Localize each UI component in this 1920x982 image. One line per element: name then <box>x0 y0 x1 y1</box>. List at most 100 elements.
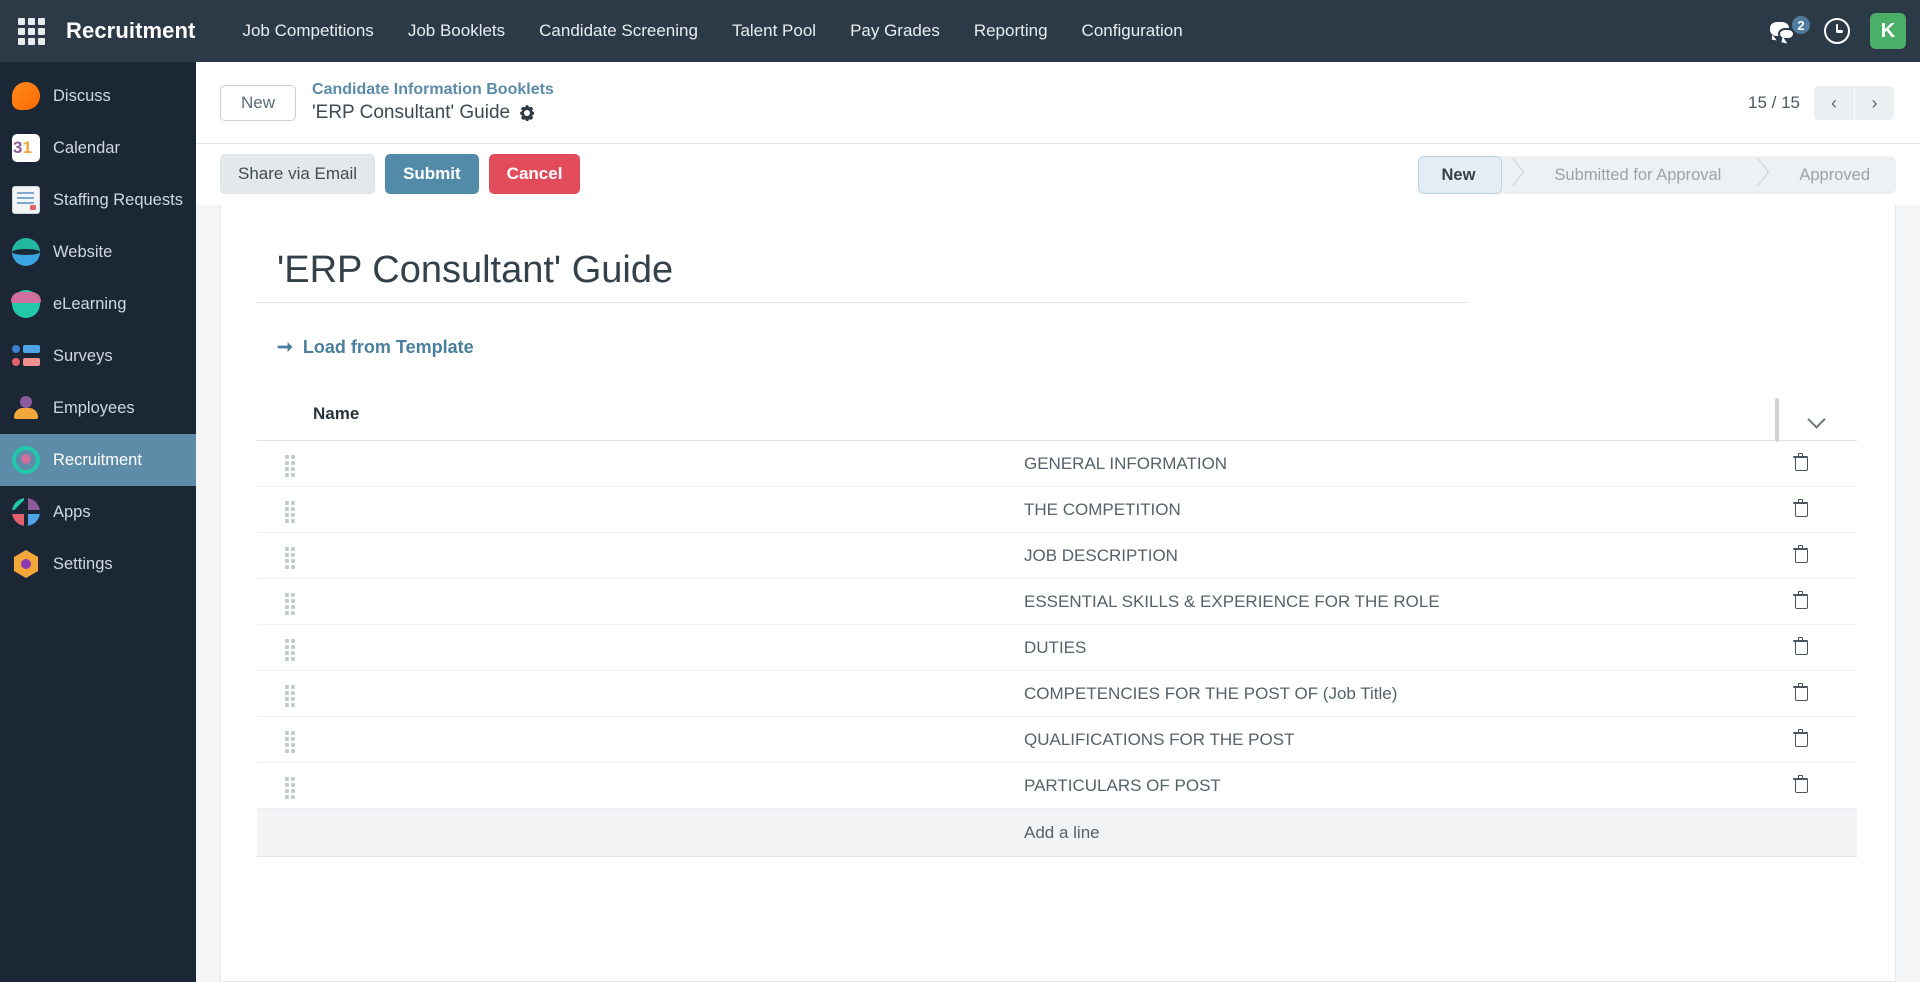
menu-item-reporting[interactable]: Reporting <box>957 13 1065 49</box>
status-bar: New Submitted for Approval Approved <box>1418 156 1896 194</box>
navbar-right-tools: 2 K <box>1770 0 1906 62</box>
gear-icon[interactable] <box>519 105 535 121</box>
column-header-name[interactable]: Name <box>257 398 1787 441</box>
trash-icon[interactable] <box>1793 636 1808 655</box>
sidebar-item-employees[interactable]: Employees <box>0 382 196 434</box>
main-menu: Job Competitions Job Booklets Candidate … <box>225 13 1199 49</box>
submit-button[interactable]: Submit <box>385 154 479 194</box>
table-row[interactable]: THE COMPETITION <box>257 486 1857 533</box>
share-via-email-button[interactable]: Share via Email <box>220 154 376 194</box>
sidebar-item-recruitment[interactable]: Recruitment <box>0 434 196 486</box>
avatar[interactable]: K <box>1870 13 1906 49</box>
table-row[interactable]: JOB DESCRIPTION <box>257 532 1857 579</box>
sidebar-item-elearning[interactable]: eLearning <box>0 278 196 330</box>
sidebar-item-staffing-requests[interactable]: Staffing Requests <box>0 174 196 226</box>
row-delete-cell <box>1787 624 1857 671</box>
row-name-cell[interactable]: QUALIFICATIONS FOR THE POST <box>1022 716 1787 763</box>
load-from-template-button[interactable]: ➞ Load from Template <box>277 337 474 358</box>
table-row[interactable]: QUALIFICATIONS FOR THE POST <box>257 716 1857 763</box>
sidebar-item-label: Surveys <box>53 346 113 365</box>
document-icon <box>12 186 40 214</box>
status-new[interactable]: New <box>1418 156 1503 194</box>
action-bar: Share via Email Submit Cancel New Submit… <box>196 143 1920 205</box>
table-row[interactable]: PARTICULARS OF POST <box>257 762 1857 809</box>
cancel-button[interactable]: Cancel <box>488 154 581 194</box>
drag-handle-icon[interactable] <box>285 684 297 707</box>
record-pager: 15 / 15 ‹ › <box>1748 62 1894 144</box>
table-row[interactable]: COMPETENCIES FOR THE POST OF (Job Title) <box>257 670 1857 717</box>
breadcrumb-current: 'ERP Consultant' Guide <box>312 100 554 126</box>
trash-icon[interactable] <box>1793 498 1808 517</box>
table-row[interactable]: DUTIES <box>257 624 1857 671</box>
table-row[interactable]: ESSENTIAL SKILLS & EXPERIENCE FOR THE RO… <box>257 578 1857 625</box>
app-sidebar: Discuss 31 Calendar Staffing Requests We… <box>0 62 196 982</box>
row-delete-cell <box>1787 440 1857 487</box>
menu-item-pay-grades[interactable]: Pay Grades <box>833 13 957 49</box>
drag-handle-icon[interactable] <box>285 592 297 615</box>
messages-icon[interactable]: 2 <box>1770 14 1812 46</box>
row-name-cell[interactable]: JOB DESCRIPTION <box>1022 532 1787 579</box>
page-title[interactable]: 'ERP Consultant' Guide <box>257 245 1467 303</box>
sidebar-item-settings[interactable]: Settings <box>0 538 196 590</box>
app-brand-title[interactable]: Recruitment <box>62 18 199 44</box>
status-approved[interactable]: Approved <box>1769 156 1896 194</box>
add-a-line-button[interactable]: Add a line <box>1022 808 1787 857</box>
clock-icon[interactable] <box>1824 18 1850 44</box>
drag-handle-icon[interactable] <box>285 730 297 753</box>
drag-handle-icon[interactable] <box>285 546 297 569</box>
menu-item-job-competitions[interactable]: Job Competitions <box>225 13 390 49</box>
row-name-cell[interactable]: ESSENTIAL SKILLS & EXPERIENCE FOR THE RO… <box>1022 578 1787 625</box>
load-from-template-label: Load from Template <box>302 337 474 357</box>
menu-item-candidate-screening[interactable]: Candidate Screening <box>522 13 715 49</box>
sidebar-item-surveys[interactable]: Surveys <box>0 330 196 382</box>
sidebar-item-label: Website <box>53 242 113 261</box>
row-handle-cell <box>257 532 1022 579</box>
chevron-right-icon[interactable]: › <box>1854 86 1894 120</box>
trash-icon[interactable] <box>1793 682 1808 701</box>
trash-icon[interactable] <box>1793 452 1808 471</box>
row-name-cell[interactable]: THE COMPETITION <box>1022 486 1787 533</box>
drag-handle-icon[interactable] <box>285 500 297 523</box>
trash-icon[interactable] <box>1793 544 1808 563</box>
sidebar-item-discuss[interactable]: Discuss <box>0 70 196 122</box>
trash-icon[interactable] <box>1793 728 1808 747</box>
discuss-icon <box>12 82 40 110</box>
row-name-cell[interactable]: GENERAL INFORMATION <box>1022 440 1787 487</box>
apps-menu-button[interactable] <box>0 0 62 62</box>
trash-icon[interactable] <box>1793 774 1808 793</box>
control-panel: New Candidate Information Booklets 'ERP … <box>196 62 1920 144</box>
status-separator-icon <box>1502 156 1524 194</box>
menu-item-job-booklets[interactable]: Job Booklets <box>391 13 522 49</box>
drag-handle-icon[interactable] <box>285 638 297 661</box>
chevron-down-icon[interactable] <box>1807 410 1826 429</box>
grid-apps-icon <box>17 17 45 45</box>
row-handle-cell <box>257 762 1022 809</box>
table-row[interactable]: GENERAL INFORMATION <box>257 440 1857 487</box>
new-button[interactable]: New <box>220 84 297 121</box>
row-name-cell[interactable]: PARTICULARS OF POST <box>1022 762 1787 809</box>
trash-icon[interactable] <box>1793 590 1808 609</box>
sidebar-item-label: Calendar <box>53 138 120 157</box>
menu-item-configuration[interactable]: Configuration <box>1065 13 1200 49</box>
status-submitted-for-approval[interactable]: Submitted for Approval <box>1524 156 1747 194</box>
sidebar-item-label: Apps <box>53 502 91 521</box>
sidebar-item-apps[interactable]: Apps <box>0 486 196 538</box>
menu-item-talent-pool[interactable]: Talent Pool <box>715 13 833 49</box>
row-delete-cell <box>1787 486 1857 533</box>
row-handle-cell <box>257 486 1022 533</box>
sidebar-item-calendar[interactable]: 31 Calendar <box>0 122 196 174</box>
breadcrumb-current-label: 'ERP Consultant' Guide <box>312 102 511 124</box>
employees-icon <box>12 394 40 422</box>
form-background: 'ERP Consultant' Guide ➞ Load from Templ… <box>196 205 1920 982</box>
row-name-cell[interactable]: DUTIES <box>1022 624 1787 671</box>
sidebar-item-label: Recruitment <box>53 450 142 469</box>
table-scrollbar[interactable] <box>1775 398 1779 442</box>
drag-handle-icon[interactable] <box>285 454 297 477</box>
drag-handle-icon[interactable] <box>285 776 297 799</box>
breadcrumb-parent-link[interactable]: Candidate Information Booklets <box>312 79 554 101</box>
sidebar-item-label: Settings <box>53 554 113 573</box>
chevron-left-icon[interactable]: ‹ <box>1814 86 1854 120</box>
row-name-cell[interactable]: COMPETENCIES FOR THE POST OF (Job Title) <box>1022 670 1787 717</box>
sidebar-item-website[interactable]: Website <box>0 226 196 278</box>
add-line-row[interactable]: Add a line <box>257 808 1857 857</box>
